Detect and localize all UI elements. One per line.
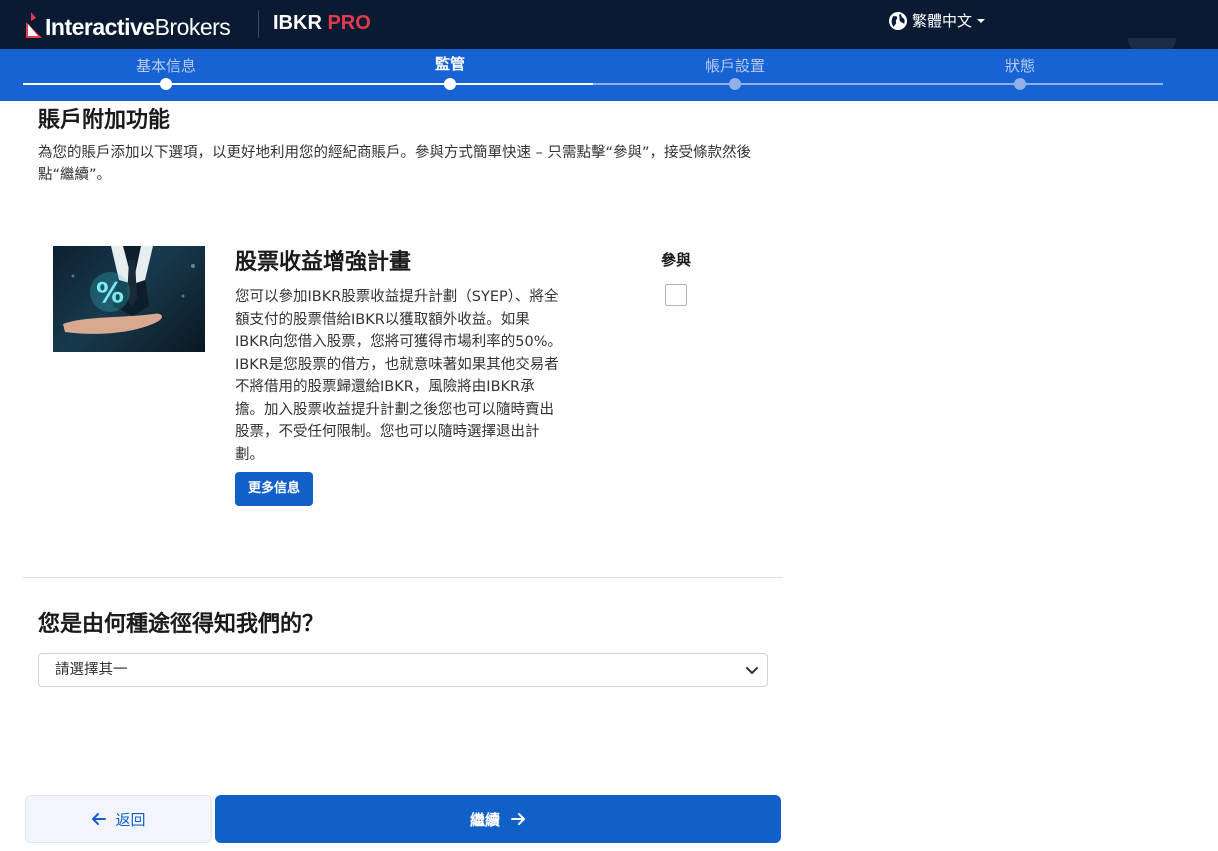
referral-select-value: 請選擇其一 [55,662,128,678]
top-navbar: InteractiveBrokers IBKR PRO 繁體中文 [0,0,1218,50]
step-basic-info[interactable]: 基本信息 [66,55,266,76]
referral-select[interactable]: 請選擇其一 [38,653,768,687]
continue-button[interactable]: 繼續 [215,795,781,843]
language-label: 繁體中文 [912,12,973,30]
step-account-setup: 帳戶設置 [704,57,765,75]
step-dot-regulatory [444,78,456,90]
brand-logo-text: InteractiveBrokers [45,14,231,40]
globe-icon [889,11,907,30]
feature-description: 您可以參加IBKR股票收益提升計劃（SYEP）、將全額支付的股票借給IBKR以獲… [235,289,563,463]
header-divider [258,10,259,38]
chevron-down-icon [746,667,758,674]
back-button-label: 返回 [115,810,146,829]
arrow-right-icon [511,813,525,825]
section-description: 為您的賬戶添加以下選項，以更好地利用您的經紀商賬戶。參與方式簡單快速 – 只需點… [38,145,751,183]
step-dot-account-setup [729,78,741,90]
step-dot-basic-info [160,78,172,90]
arrow-left-icon [92,813,107,825]
section-title: 賬戶附加功能 [38,108,171,133]
section-divider [23,577,783,578]
continue-button-label: 繼續 [469,810,500,829]
participate-label: 參與 [660,251,691,269]
product-name: IBKR PRO [273,12,371,34]
feature-title: 股票收益增強計畫 [235,250,412,275]
percent-glyph: % [96,276,124,309]
step-regulatory[interactable]: 監管 [350,53,550,74]
back-button[interactable]: 返回 [25,795,212,843]
step-dot-status [1014,78,1026,90]
stepper-line-done [23,83,593,85]
step-status: 狀態 [1004,57,1035,75]
referral-question: 您是由何種途徑得知我們的？ [38,612,325,637]
more-info-button[interactable]: 更多信息 [235,472,313,506]
ibkr-logo-icon[interactable] [22,10,44,40]
participate-checkbox[interactable] [665,284,687,306]
language-selector[interactable]: 繁體中文 [888,10,986,31]
syep-feature-image: % [53,246,205,352]
stepper-line-remaining [593,83,1163,85]
caret-down-icon [977,18,986,23]
